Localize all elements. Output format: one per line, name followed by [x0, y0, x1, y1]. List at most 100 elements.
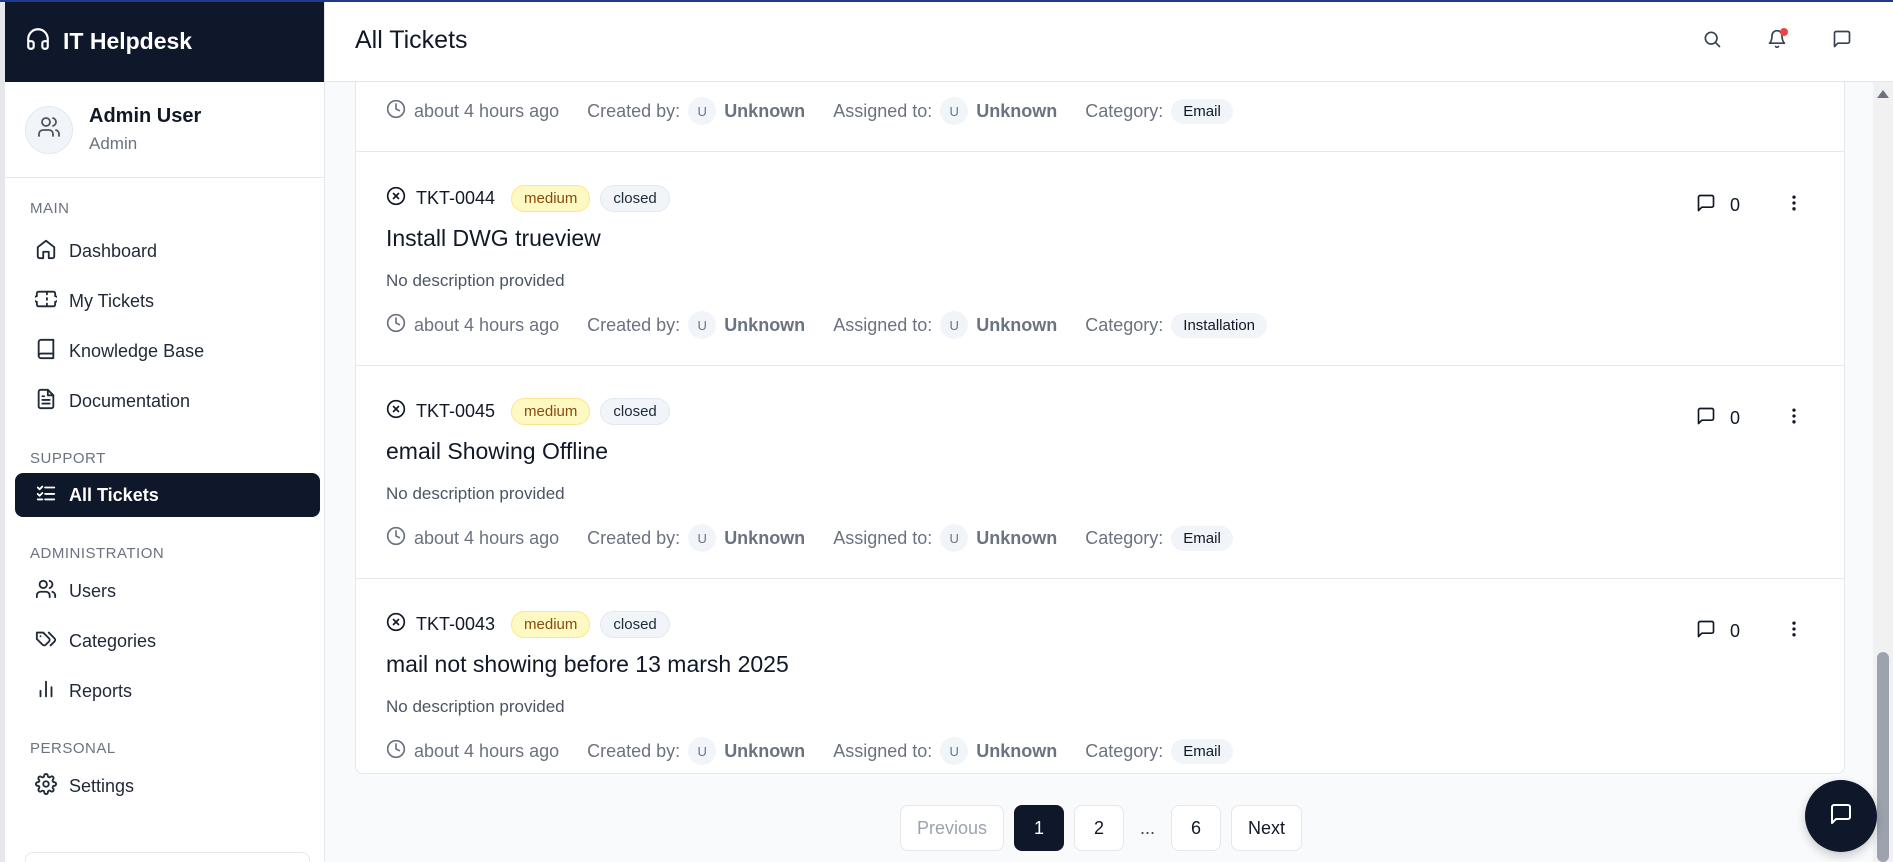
home-icon: [35, 238, 57, 265]
ticket-title[interactable]: mail not showing before 13 marsh 2025: [386, 651, 789, 678]
ticket-id: TKT-0043: [416, 614, 496, 634]
ticket-actions: 0: [1696, 406, 1804, 431]
clock-icon: [386, 313, 406, 338]
clock-icon: [386, 99, 406, 124]
sidebar-item-all-tickets[interactable]: All Tickets: [15, 473, 320, 517]
comment-icon[interactable]: [1696, 619, 1716, 644]
clock-icon: [386, 739, 406, 764]
comment-icon[interactable]: [1696, 406, 1716, 431]
notification-dot: [1780, 28, 1788, 36]
sidebar-item-my-tickets[interactable]: My Tickets: [15, 279, 320, 323]
tags-icon: [35, 628, 57, 655]
status-badge: closed: [600, 185, 670, 212]
page-button-6[interactable]: 6: [1171, 805, 1222, 851]
chat-button[interactable]: [1805, 780, 1877, 852]
ticket-description: No description provided: [386, 271, 565, 290]
sidebar-item-settings[interactable]: Settings: [15, 764, 320, 808]
file-text-icon: [35, 388, 57, 415]
sidebar-item-label: Users: [69, 580, 117, 601]
sidebar: IT Helpdesk Admin User Admin MAIN Dashbo…: [0, 0, 325, 862]
created-by-label: Created by:: [587, 527, 681, 548]
user-profile[interactable]: Admin User Admin: [5, 82, 324, 178]
scroll-thumb[interactable]: [1877, 652, 1889, 862]
ticket-row[interactable]: about 4 hours ago Created by: U Unknown …: [356, 82, 1844, 152]
page-button-1[interactable]: 1: [1014, 805, 1065, 851]
gear-icon: [35, 772, 57, 800]
user-role: Admin: [89, 134, 138, 153]
avatar: U: [688, 97, 717, 125]
more-options-button[interactable]: [1784, 408, 1804, 429]
ticket-id: TKT-0045: [416, 401, 496, 421]
sidebar-item-label: Settings: [69, 775, 135, 796]
assigned-to-name: Unknown: [976, 740, 1058, 761]
ticket-id: TKT-0044: [416, 188, 496, 208]
ticket-row[interactable]: TKT-0044 medium closed Install DWG truev…: [356, 153, 1844, 366]
status-badge: closed: [600, 611, 670, 638]
avatar: U: [940, 97, 969, 125]
sidebar-item-dashboard[interactable]: Dashboard: [15, 229, 320, 273]
assigned-to-name: Unknown: [976, 100, 1058, 121]
ticket-title[interactable]: email Showing Offline: [386, 438, 608, 465]
ticket-title[interactable]: Install DWG trueview: [386, 225, 601, 252]
comment-icon[interactable]: [1696, 193, 1716, 218]
ticket-meta: about 4 hours ago Created by: U Unknown …: [386, 311, 1295, 339]
search-button[interactable]: [1697, 26, 1727, 56]
scroll-up-arrow[interactable]: [1877, 90, 1889, 98]
messages-button[interactable]: [1827, 26, 1857, 56]
book-icon: [35, 338, 57, 365]
category-badge: Email: [1171, 525, 1233, 551]
more-options-button[interactable]: [1784, 193, 1804, 218]
header: All Tickets: [325, 0, 1893, 82]
nav-section-main: MAIN: [30, 200, 70, 217]
sidebar-footer-box[interactable]: [25, 852, 310, 862]
status-badge: closed: [600, 398, 670, 425]
comment-count: 0: [1729, 408, 1740, 428]
comment-count: 0: [1729, 621, 1740, 641]
avatar: [25, 105, 73, 154]
category-label: Category:: [1085, 314, 1164, 335]
brand[interactable]: IT Helpdesk: [5, 0, 324, 82]
app-name: IT Helpdesk: [63, 27, 193, 54]
ticket-time: about 4 hours ago: [414, 314, 560, 335]
headset-icon: [25, 26, 51, 57]
list-checks-icon: [35, 482, 57, 509]
sidebar-item-label: Dashboard: [69, 240, 158, 261]
comment-count: 0: [1729, 195, 1740, 215]
sidebar-item-categories[interactable]: Categories: [15, 619, 320, 663]
sidebar-item-knowledge-base[interactable]: Knowledge Base: [15, 329, 320, 373]
ticket-row[interactable]: TKT-0043 medium closed mail not showing …: [356, 579, 1844, 773]
ticket-meta: about 4 hours ago Created by: U Unknown …: [386, 524, 1261, 552]
previous-button[interactable]: Previous: [900, 805, 1005, 851]
category-badge: Email: [1171, 738, 1233, 764]
sidebar-item-reports[interactable]: Reports: [15, 669, 320, 713]
ticket-row[interactable]: TKT-0045 medium closed email Showing Off…: [356, 366, 1844, 579]
scrollbar[interactable]: [1873, 82, 1893, 862]
ticket-meta: about 4 hours ago Created by: U Unknown …: [386, 97, 1261, 125]
notifications-button[interactable]: [1762, 26, 1792, 56]
sidebar-item-users[interactable]: Users: [15, 569, 320, 613]
sidebar-item-documentation[interactable]: Documentation: [15, 379, 320, 423]
nav-section-administration: ADMINISTRATION: [30, 545, 165, 562]
next-button[interactable]: Next: [1231, 805, 1303, 851]
assigned-to-name: Unknown: [976, 314, 1058, 335]
created-by-label: Created by:: [587, 100, 681, 121]
category-label: Category:: [1085, 100, 1164, 121]
ticket-time: about 4 hours ago: [414, 740, 560, 761]
more-options-button[interactable]: [1784, 621, 1804, 642]
ticket-meta: about 4 hours ago Created by: U Unknown …: [386, 737, 1261, 765]
priority-badge: medium: [511, 398, 591, 425]
assigned-to-label: Assigned to:: [833, 100, 933, 121]
ticket-description: No description provided: [386, 697, 565, 716]
sidebar-item-label: All Tickets: [69, 484, 159, 505]
message-square-icon: [1829, 802, 1853, 831]
ticket-actions: 0: [1696, 619, 1804, 644]
pagination-ellipsis: ...: [1140, 817, 1156, 838]
nav-section-support: SUPPORT: [30, 450, 106, 467]
avatar: U: [688, 737, 717, 765]
main-content: about 4 hours ago Created by: U Unknown …: [325, 82, 1873, 862]
more-vertical-icon: [1784, 193, 1804, 218]
category-badge: Installation: [1171, 312, 1268, 338]
priority-badge: medium: [511, 611, 591, 638]
page-button-2[interactable]: 2: [1074, 805, 1125, 851]
pagination: Previous 1 2 ... 6 Next: [900, 805, 1303, 851]
